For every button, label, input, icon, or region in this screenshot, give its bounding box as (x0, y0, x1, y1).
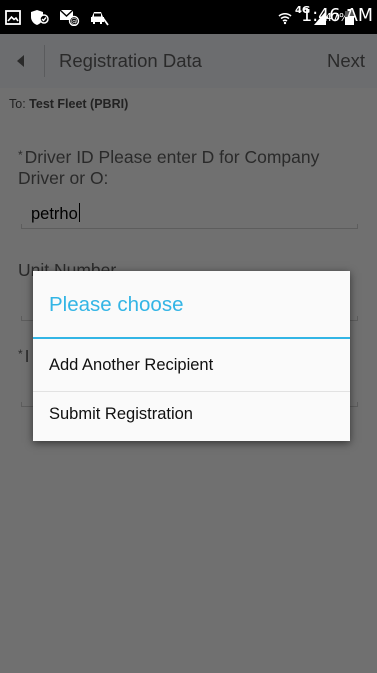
choose-dialog: Please choose Add Another Recipient Subm… (33, 271, 350, 441)
required-marker-2: * (18, 347, 23, 361)
option-label: Submit Registration (49, 405, 193, 423)
third-field-label-text: I (24, 346, 30, 366)
add-another-recipient-option[interactable]: Add Another Recipient (33, 341, 350, 391)
shield-icon (29, 8, 49, 26)
dialog-title-rule (33, 337, 350, 339)
title-divider (44, 45, 45, 77)
driver-id-value: petrho (31, 205, 78, 223)
car-icon (89, 8, 109, 26)
gallery-icon (4, 8, 22, 26)
phone-screen: @ 4G 47% 1:46 AM Registration Data Next … (0, 0, 377, 673)
recipient-row: To: Test Fleet (PBRI) (9, 97, 128, 111)
driver-id-field[interactable]: petrho (31, 203, 80, 224)
text-cursor (78, 203, 80, 222)
option-label: Add Another Recipient (49, 356, 214, 374)
submit-registration-option[interactable]: Submit Registration (33, 392, 350, 442)
page-title: Registration Data (59, 50, 202, 71)
driver-id-underline (21, 224, 358, 229)
driver-id-label: * Driver ID Please enter D for Company Dr… (18, 147, 363, 189)
driver-id-label-text: Driver ID Please enter D for Company Dri… (18, 147, 320, 188)
message-icon: @ (58, 8, 80, 26)
app-bar: Registration Data Next (0, 34, 377, 88)
recipient-prefix: To: (9, 97, 30, 111)
dialog-title: Please choose (49, 293, 184, 316)
svg-text:@: @ (70, 17, 77, 25)
next-button[interactable]: Next (327, 49, 365, 73)
chevron-left-icon[interactable] (11, 51, 31, 71)
wifi-icon (278, 8, 292, 26)
status-time: 1:46 AM (301, 6, 373, 26)
recipient-value: Test Fleet (PBRI) (29, 97, 129, 111)
required-marker: * (18, 148, 23, 162)
third-field-label: * I (18, 346, 30, 367)
